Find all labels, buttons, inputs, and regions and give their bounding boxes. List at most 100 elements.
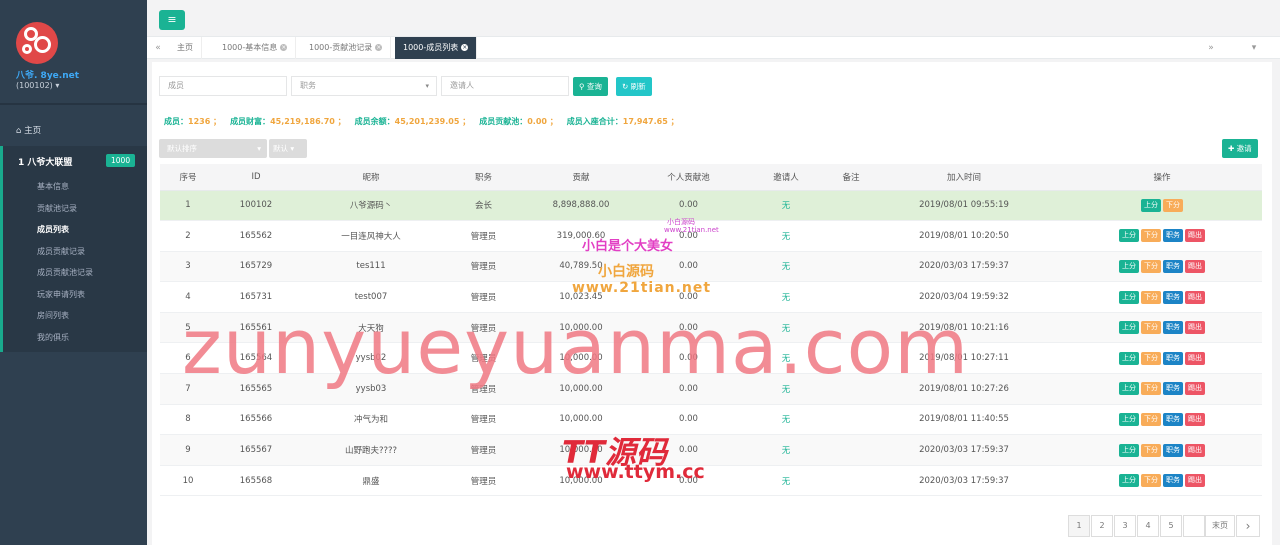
- member-input[interactable]: 成员: [159, 76, 287, 96]
- sidebar-subitem[interactable]: 我的俱乐: [37, 332, 69, 343]
- job-button[interactable]: 职务: [1163, 382, 1183, 396]
- cell-actions: 上分 下分: [1062, 190, 1262, 222]
- page-button[interactable]: 5: [1160, 515, 1182, 537]
- down-button[interactable]: 下分: [1141, 412, 1161, 426]
- kick-button[interactable]: 踢出: [1185, 474, 1205, 488]
- cell-inviter: 无: [736, 251, 836, 283]
- table-row[interactable]: 4 165731 test007 管理员 10,023.45 0.00 无 2020/03/0…: [160, 281, 1262, 313]
- tabs-menu-dropdown-icon[interactable]: ▾: [1243, 37, 1265, 59]
- sidebar-item-home[interactable]: ⌂ 主页: [16, 124, 41, 136]
- down-button[interactable]: 下分: [1141, 474, 1161, 488]
- up-button[interactable]: 上分: [1119, 382, 1139, 396]
- kick-button[interactable]: 踢出: [1185, 412, 1205, 426]
- inviter-input[interactable]: 邀请人: [441, 76, 569, 96]
- table-row[interactable]: 5 165561 大天狗 管理员 10,000.00 0.00 无 2019/08/01 10…: [160, 312, 1262, 344]
- kick-button[interactable]: 踢出: [1185, 443, 1205, 457]
- tab-item[interactable]: 1000-基本信息 ×: [214, 37, 297, 59]
- sidebar-subitem[interactable]: 房间列表: [37, 310, 69, 321]
- table-row[interactable]: 6 165564 yysb02 管理员 10,000.00 0.00 无 2019/08/01…: [160, 342, 1262, 375]
- down-button[interactable]: 下分: [1141, 443, 1161, 457]
- down-button[interactable]: 下分: [1141, 290, 1161, 304]
- page-button[interactable]: 3: [1114, 515, 1136, 537]
- query-button[interactable]: ⚲ 查询: [573, 77, 608, 96]
- cell-id: 165567: [216, 434, 296, 466]
- down-button[interactable]: 下分: [1163, 198, 1183, 212]
- cell-contrib: 10,000.00: [521, 465, 641, 497]
- down-button[interactable]: 下分: [1141, 259, 1161, 273]
- tab-label: 1000-成员列表: [403, 43, 459, 52]
- up-button[interactable]: 上分: [1119, 351, 1139, 365]
- down-button[interactable]: 下分: [1141, 351, 1161, 365]
- job-button[interactable]: 职务: [1163, 321, 1183, 335]
- tab-bar: « 主页 1000-基本信息 × 1000-贡献池记录 × 1000-成员列表 × » ▾: [147, 37, 1280, 59]
- sidebar-subitem[interactable]: 成员列表: [37, 224, 69, 235]
- tabs-scroll-right-icon[interactable]: »: [1200, 37, 1222, 59]
- kick-button[interactable]: 踢出: [1185, 229, 1205, 243]
- up-button[interactable]: 上分: [1119, 290, 1139, 304]
- close-icon[interactable]: ×: [461, 44, 469, 51]
- sidebar-subitem[interactable]: 玩家申请列表: [37, 289, 85, 300]
- up-button[interactable]: 上分: [1119, 412, 1139, 426]
- close-icon[interactable]: ×: [375, 44, 383, 51]
- up-button[interactable]: 上分: [1141, 198, 1161, 212]
- up-button[interactable]: 上分: [1119, 321, 1139, 335]
- last-page-button[interactable]: 末页: [1205, 515, 1235, 537]
- up-button[interactable]: 上分: [1119, 474, 1139, 488]
- cell-role: 管理员: [446, 465, 521, 497]
- kick-button[interactable]: 踢出: [1185, 351, 1205, 365]
- table-row[interactable]: 2 165562 一目连风神大人 管理员 319,000.60 0.00 无 2019/08/…: [160, 220, 1262, 252]
- page-button[interactable]: 2: [1091, 515, 1113, 537]
- up-button[interactable]: 上分: [1119, 259, 1139, 273]
- close-icon[interactable]: ×: [280, 44, 288, 51]
- invite-button[interactable]: ✚ 邀请: [1222, 139, 1258, 158]
- table-row[interactable]: 10 165568 鼎盛 管理员 10,000.00 0.00 无 2020/03/03 17…: [160, 465, 1262, 497]
- cell-actions: 上分 下分 职务 踢出: [1062, 281, 1262, 313]
- table-row[interactable]: 9 165567 山野跑夫???? 管理员 10,000.00 0.00 无 2020/03/…: [160, 434, 1262, 466]
- job-button[interactable]: 职务: [1163, 412, 1183, 426]
- down-button[interactable]: 下分: [1141, 382, 1161, 396]
- job-button[interactable]: 职务: [1163, 259, 1183, 273]
- refresh-button[interactable]: ↻ 刷新: [616, 77, 652, 96]
- down-button[interactable]: 下分: [1141, 229, 1161, 243]
- user-id-dropdown[interactable]: (100102) ▾: [16, 81, 59, 90]
- kick-button[interactable]: 踢出: [1185, 259, 1205, 273]
- next-page-icon[interactable]: ›: [1236, 515, 1260, 537]
- sidebar-subitem[interactable]: 贡献池记录: [37, 203, 77, 214]
- sidebar-group-title[interactable]: 1 八爷大联盟: [18, 155, 72, 168]
- tabs-scroll-left-icon[interactable]: «: [147, 37, 169, 59]
- table-row[interactable]: 8 165566 冲气为和 管理员 10,000.00 0.00 无 2019/08/01 1…: [160, 404, 1262, 436]
- page-button[interactable]: 1: [1068, 515, 1090, 537]
- job-button[interactable]: 职务: [1163, 290, 1183, 304]
- down-button[interactable]: 下分: [1141, 321, 1161, 335]
- sort-dropdown[interactable]: 默认排序 ▾: [159, 139, 267, 158]
- cell-inviter: 无: [736, 465, 836, 497]
- order-dropdown[interactable]: 默认 ▾: [269, 139, 307, 158]
- table-row[interactable]: 3 165729 tes111 管理员 40,789.50 0.00 无 2020/03/03…: [160, 251, 1262, 283]
- page-button[interactable]: 4: [1137, 515, 1159, 537]
- sidebar-subitem[interactable]: 成员贡献池记录: [37, 267, 93, 278]
- order-label: 默认: [273, 144, 288, 153]
- tab-item[interactable]: 1000-成员列表 ×: [395, 37, 478, 59]
- tab-item[interactable]: 1000-贡献池记录 ×: [301, 37, 392, 59]
- cell-contrib: 40,789.50: [521, 251, 641, 283]
- job-button[interactable]: 职务: [1163, 474, 1183, 488]
- sidebar-subitem[interactable]: 基本信息: [37, 181, 69, 192]
- job-button[interactable]: 职务: [1163, 229, 1183, 243]
- brand-name: 八爷. 8ye.net: [16, 71, 80, 81]
- menu-toggle-button[interactable]: ≡: [159, 10, 185, 30]
- table-row[interactable]: 7 165565 yysb03 管理员 10,000.00 0.00 无 2019/08/01…: [160, 373, 1262, 405]
- role-select-label: 职务: [300, 81, 316, 90]
- up-button[interactable]: 上分: [1119, 229, 1139, 243]
- kick-button[interactable]: 踢出: [1185, 321, 1205, 335]
- job-button[interactable]: 职务: [1163, 351, 1183, 365]
- cell-time: 2019/08/01 10:20:50: [866, 220, 1062, 252]
- role-select[interactable]: 职务 ▾: [291, 76, 437, 96]
- job-button[interactable]: 职务: [1163, 443, 1183, 457]
- table-row[interactable]: 1 100102 八爷源码丶 会长 8,898,888.00 0.00 无 2019/08/0…: [160, 190, 1262, 222]
- tab-item[interactable]: 主页: [169, 37, 202, 59]
- kick-button[interactable]: 踢出: [1185, 382, 1205, 396]
- sidebar-subitem[interactable]: 成员贡献记录: [37, 246, 85, 257]
- stat-label: 成员财富：: [230, 117, 271, 126]
- up-button[interactable]: 上分: [1119, 443, 1139, 457]
- kick-button[interactable]: 踢出: [1185, 290, 1205, 304]
